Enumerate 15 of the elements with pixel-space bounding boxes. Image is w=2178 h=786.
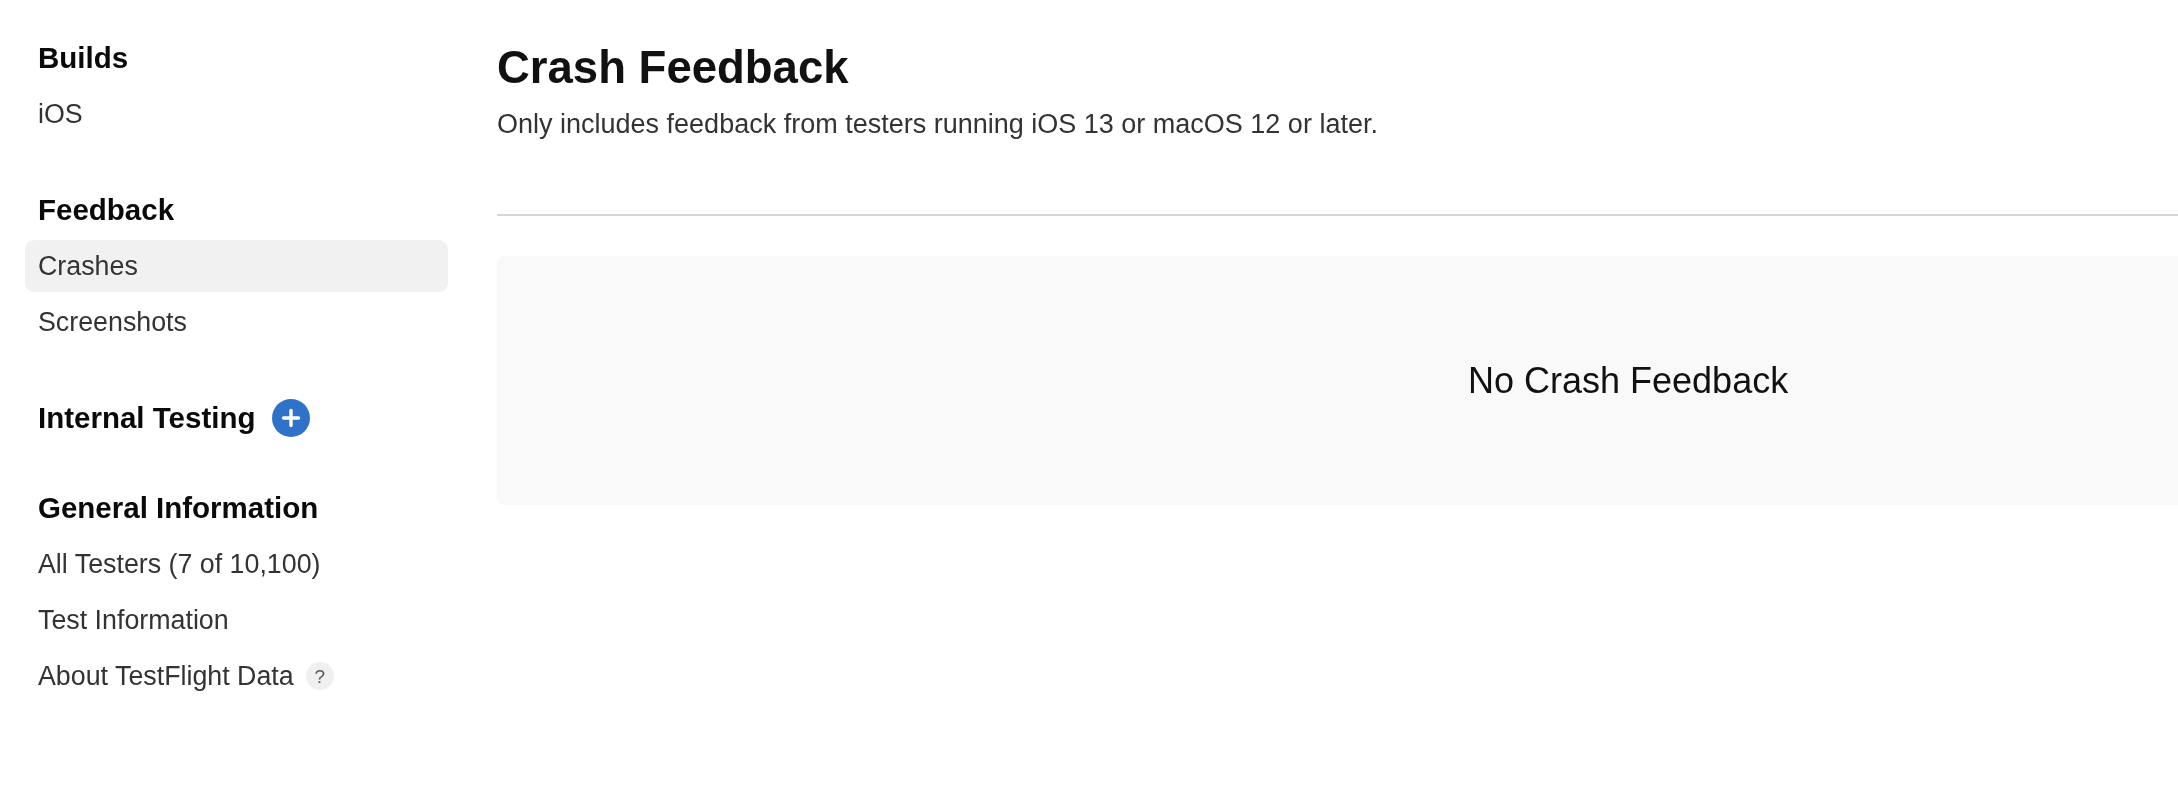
section-heading: Internal Testing bbox=[38, 400, 256, 436]
page-title: Crash Feedback bbox=[497, 41, 850, 95]
sidebar-item[interactable]: Crashes bbox=[25, 240, 448, 292]
section-heading: General Information bbox=[38, 490, 319, 526]
sidebar-item[interactable]: iOS bbox=[25, 88, 96, 140]
sidebar-item[interactable]: Screenshots bbox=[25, 296, 200, 348]
sidebar-item[interactable]: About TestFlight Data bbox=[25, 650, 307, 702]
section-heading: Feedback bbox=[38, 192, 175, 228]
page-subtitle: Only includes feedback from testers running iOS 13 or macOS 12 or later. bbox=[497, 108, 1379, 140]
sidebar-item[interactable]: All Testers (7 of 10,100) bbox=[25, 538, 334, 590]
help-button[interactable]: ? bbox=[305, 662, 334, 690]
add-icon[interactable] bbox=[272, 399, 311, 437]
empty-state-message: No Crash Feedback bbox=[1468, 359, 1789, 402]
section-heading: Builds bbox=[38, 40, 129, 76]
sidebar-item[interactable]: Test Information bbox=[25, 594, 242, 646]
